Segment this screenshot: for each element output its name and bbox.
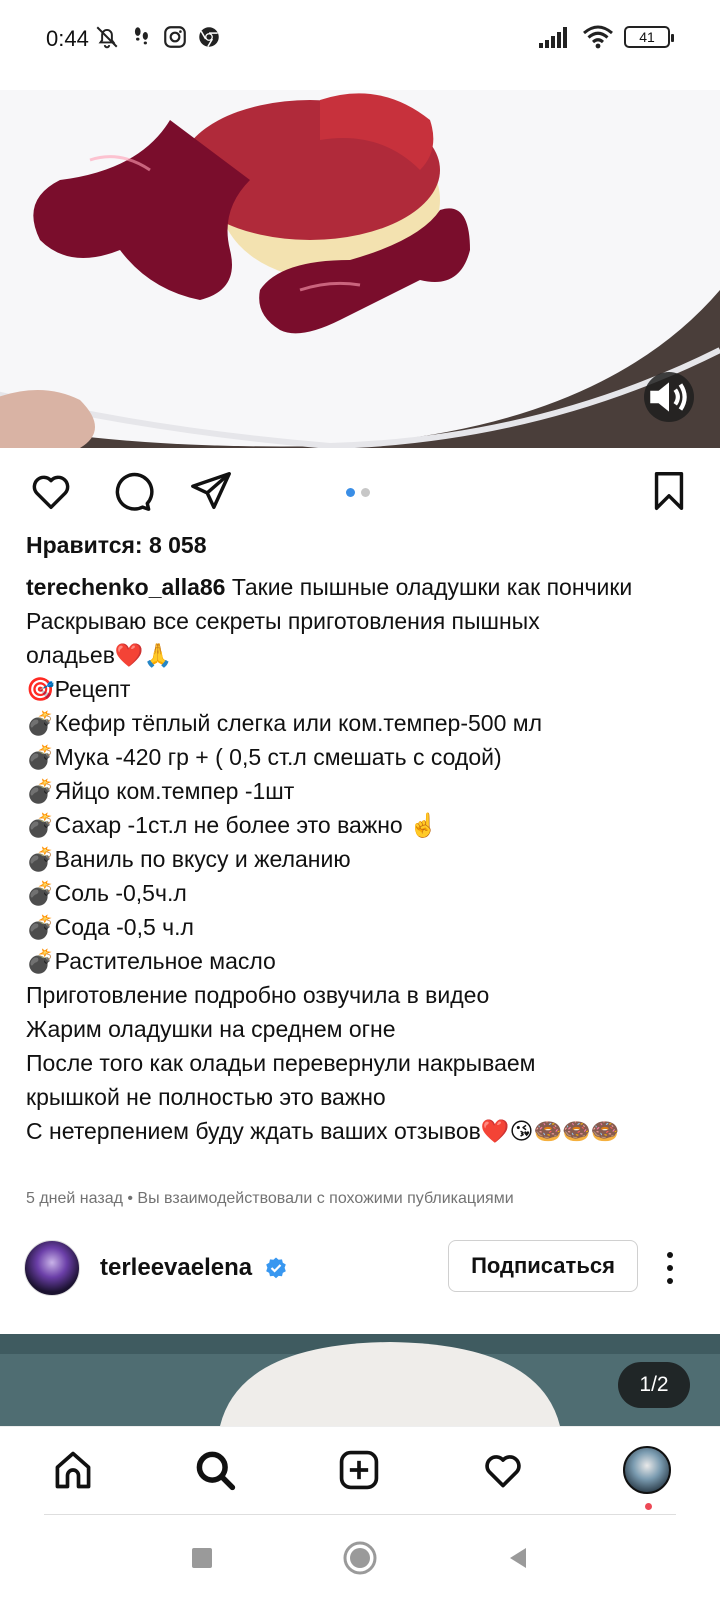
caption-line-text: Такие пышные оладушки как пончики — [231, 574, 633, 600]
like-button[interactable] — [28, 468, 74, 514]
carousel-page-counter: 1/2 — [618, 1362, 690, 1408]
more-dot — [667, 1252, 673, 1258]
send-paper-plane-icon — [191, 472, 231, 510]
caption-line: 💣Яйцо ком.темпер -1шт — [26, 778, 295, 804]
create-post-icon — [339, 1450, 379, 1490]
chrome-icon — [199, 27, 219, 47]
caption-line: С нетерпением буду ждать ваших отзывов❤️… — [26, 1118, 620, 1144]
recents-button[interactable] — [180, 1536, 224, 1580]
bottom-navigation — [0, 1426, 720, 1516]
nav-home[interactable] — [48, 1445, 98, 1495]
battery-level: 41 — [639, 29, 655, 45]
nav-search[interactable] — [190, 1445, 240, 1495]
caption-line: После того как оладьи перевернули накрыв… — [26, 1050, 536, 1076]
more-dot — [667, 1278, 673, 1284]
more-options-button[interactable] — [660, 1248, 680, 1288]
verified-badge-icon — [266, 1257, 286, 1279]
instagram-icon — [164, 26, 186, 48]
home-circle-icon — [343, 1541, 377, 1575]
battery-icon: 41 — [624, 26, 674, 48]
status-time: 0:44 — [46, 26, 89, 51]
post-video-frame — [0, 90, 720, 448]
speaker-icon — [650, 382, 687, 412]
system-navigation-bar — [0, 1516, 720, 1600]
caption-line: 💣Соль -0,5ч.л — [26, 880, 187, 906]
wifi-icon — [583, 25, 613, 49]
post-caption: terechenko_alla86 Такие пышные оладушки … — [26, 570, 706, 1148]
post-meta: 5 дней назад • Вы взаимодействовали с по… — [26, 1190, 514, 1207]
next-post-media[interactable] — [0, 1334, 720, 1426]
status-bar: 0:44 41 — [0, 0, 720, 90]
caption-line: 💣Сода -0,5 ч.л — [26, 914, 194, 940]
activity-heart-icon — [485, 1455, 521, 1488]
caption-line: 💣Ваниль по вкусу и желанию — [26, 846, 351, 872]
caption-line: 💣Кефир тёплый слегка или ком.темпер-500 … — [26, 710, 542, 736]
comment-button[interactable] — [108, 468, 154, 514]
back-triangle-icon — [510, 1548, 526, 1568]
caption-line: Раскрываю все секреты приготовления пышн… — [26, 608, 540, 634]
recents-square-icon — [192, 1548, 212, 1568]
caption-line: оладьев❤️🙏 — [26, 642, 173, 668]
sound-toggle-button[interactable] — [644, 372, 694, 422]
nav-divider — [44, 1514, 676, 1515]
caption-line: 🎯Рецепт — [26, 676, 131, 702]
status-icons-left — [94, 24, 222, 50]
nav-activity[interactable] — [478, 1445, 528, 1495]
notification-dot — [645, 1503, 652, 1510]
more-dot — [667, 1265, 673, 1271]
caption-line: 💣Мука -420 гр + ( 0,5 ст.л смешать с сод… — [26, 744, 502, 770]
caption-line: Жарим оладушки на среднем огне — [26, 1016, 396, 1042]
follow-button[interactable]: Подписаться — [448, 1240, 638, 1292]
carousel-dot — [361, 488, 370, 497]
comment-bubble-icon — [115, 472, 154, 511]
next-post-username[interactable]: terleevaelena — [100, 1254, 252, 1282]
save-button[interactable] — [646, 468, 692, 514]
home-icon — [55, 1451, 91, 1489]
next-post-header: terleevaelena Подписаться — [0, 1232, 720, 1304]
avatar[interactable] — [24, 1240, 80, 1296]
status-icons-right: 41 — [538, 24, 674, 50]
search-icon — [196, 1451, 236, 1491]
profile-avatar — [623, 1446, 671, 1494]
post-media[interactable] — [0, 90, 720, 448]
share-button[interactable] — [188, 468, 234, 514]
caption-line: Приготовление подробно озвучила в видео — [26, 982, 490, 1008]
footsteps-icon — [134, 27, 148, 45]
caption-line: terechenko_alla86 Такие пышные оладушки … — [26, 570, 706, 604]
nav-create[interactable] — [334, 1445, 384, 1495]
caption-line: крышкой не полностью это важно — [26, 1084, 386, 1110]
carousel-dot-active — [346, 488, 355, 497]
back-button[interactable] — [496, 1536, 540, 1580]
post-action-row — [0, 458, 720, 524]
post-author-username[interactable]: terechenko_alla86 — [26, 574, 225, 600]
caption-line: 💣Сахар -1ст.л не более это важно ☝️ — [26, 812, 438, 838]
heart-icon — [32, 475, 70, 510]
nav-profile[interactable] — [622, 1445, 672, 1495]
system-home-button[interactable] — [338, 1536, 382, 1580]
signal-icon — [539, 27, 567, 48]
muted-bell-icon — [96, 26, 118, 49]
bookmark-icon — [654, 472, 684, 510]
next-post-image-preview — [0, 1334, 720, 1426]
carousel-indicator — [346, 488, 370, 497]
caption-line: 💣Растительное масло — [26, 948, 276, 974]
likes-count[interactable]: Нравится: 8 058 — [26, 532, 207, 559]
